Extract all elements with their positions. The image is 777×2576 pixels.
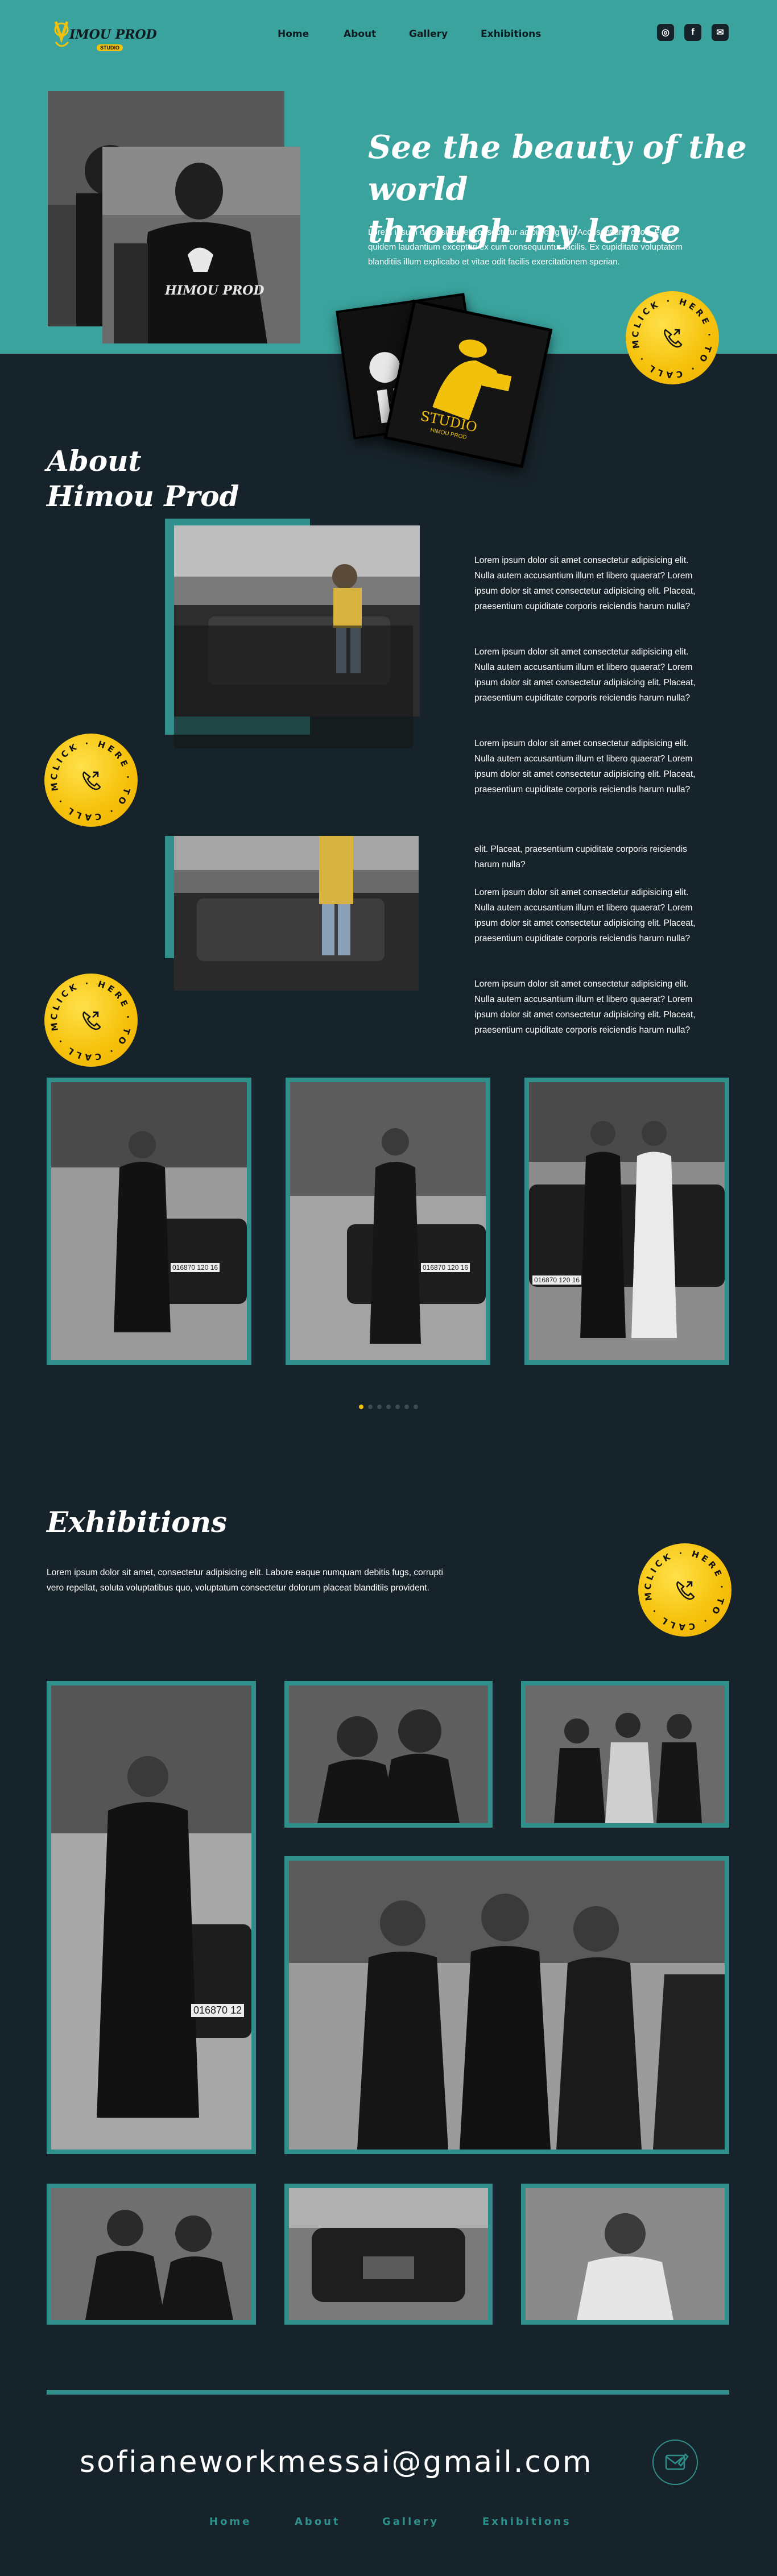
phone-icon <box>676 1581 695 1600</box>
exhibition-image-3[interactable] <box>521 1681 729 1828</box>
envelope-edit-icon <box>665 2453 689 2470</box>
hero-card-studio: STUDIO HIMOU PROD <box>383 299 553 469</box>
phone-icon <box>82 1011 101 1030</box>
gallery-card-2[interactable]: 016870 120 16 <box>286 1078 490 1365</box>
hero-photo-front: HIMOU PROD <box>102 147 300 343</box>
exhibition-plate-large: 016870 12 <box>191 2004 245 2017</box>
about-image-1-overlay <box>174 626 413 748</box>
gallery-plate-3: 016870 120 16 <box>532 1275 582 1285</box>
hero-title-line1: See the beauty of the world <box>368 129 747 208</box>
exhibition-image-6[interactable] <box>521 2184 729 2325</box>
exhibition-image-2[interactable] <box>284 1681 493 1828</box>
carousel-dot-3[interactable] <box>377 1405 382 1409</box>
gallery-plate-2: 016870 120 16 <box>421 1263 470 1272</box>
about-partial-line: elit. Placeat, praesentium cupiditate co… <box>474 844 687 869</box>
about-title-line2: Himou Prod <box>47 479 239 513</box>
call-me-badge-3[interactable]: CLICK · HERE · TO · CALL · ME · <box>40 966 138 1067</box>
instagram-icon[interactable]: ◎ <box>657 24 674 41</box>
gallery-card-3[interactable]: 016870 120 16 <box>524 1078 729 1365</box>
call-me-badge-4[interactable]: CLICK · HERE · TO · CALL · ME · <box>634 1535 731 1637</box>
about-paragraph-1: Lorem ipsum dolor sit amet consectetur a… <box>474 556 696 611</box>
nav-home[interactable]: Home <box>278 28 309 40</box>
email-send-button[interactable] <box>652 2440 698 2485</box>
nav-gallery[interactable]: Gallery <box>409 28 448 40</box>
about-image-2 <box>174 836 419 991</box>
hero-description: Lorem ipsum dolor sit amet consectetur a… <box>368 227 683 267</box>
exhibition-image-5[interactable] <box>284 2184 493 2325</box>
footer-email[interactable]: sofianeworkmessai@gmail.com <box>80 2445 593 2479</box>
carousel-dot-1[interactable] <box>359 1405 363 1409</box>
about-paragraph-4: Lorem ipsum dolor sit amet consectetur a… <box>474 888 696 943</box>
carousel-dot-5[interactable] <box>395 1405 400 1409</box>
exhibitions-description: Lorem ipsum dolor sit amet, consectetur … <box>47 1568 444 1593</box>
exhibition-image-group[interactable] <box>284 1856 729 2154</box>
email-icon[interactable]: ✉ <box>712 24 729 41</box>
about-title-line1: About <box>47 444 142 478</box>
call-me-badge-2[interactable]: CLICK · HERE · TO · CALL · ME · <box>40 726 138 827</box>
brand-logo[interactable]: IMOU PROD STUDIO <box>49 16 157 56</box>
carousel-dots <box>359 1405 421 1410</box>
carousel-dot-7[interactable] <box>414 1405 418 1409</box>
exhibition-image-tall[interactable]: 016870 12 <box>47 1681 256 2154</box>
shirt-text: HIMOU PROD <box>165 283 264 298</box>
phone-icon <box>82 771 101 790</box>
exhibition-image-4[interactable] <box>47 2184 256 2325</box>
gallery-card-1[interactable]: 016870 120 16 <box>47 1078 251 1365</box>
nav-exhibitions[interactable]: Exhibitions <box>481 28 541 40</box>
logo-subtext: STUDIO <box>97 44 123 51</box>
logo-text: IMOU PROD <box>69 27 157 42</box>
about-paragraph-5: Lorem ipsum dolor sit amet consectetur a… <box>474 979 696 1035</box>
footer-link-gallery[interactable]: Gallery <box>382 2516 439 2528</box>
footer-link-about[interactable]: About <box>295 2516 341 2528</box>
about-title: About Himou Prod <box>47 444 239 514</box>
facebook-icon[interactable]: f <box>684 24 701 41</box>
call-me-badge[interactable]: CLICK · HERE · TO · CALL · ME · <box>621 283 719 384</box>
gallery-plate-1: 016870 120 16 <box>171 1263 220 1272</box>
about-paragraph-3: Lorem ipsum dolor sit amet consectetur a… <box>474 739 696 794</box>
footer-link-home[interactable]: Home <box>209 2516 251 2528</box>
carousel-dot-2[interactable] <box>368 1405 373 1409</box>
phone-icon <box>664 329 683 348</box>
nav-about[interactable]: About <box>344 28 376 40</box>
about-paragraph-2: Lorem ipsum dolor sit amet consectetur a… <box>474 647 696 703</box>
footer-divider <box>47 2390 729 2395</box>
carousel-dot-6[interactable] <box>404 1405 409 1409</box>
footer-link-exhibitions[interactable]: Exhibitions <box>482 2516 572 2528</box>
exhibitions-title: Exhibitions <box>47 1505 228 1539</box>
carousel-dot-4[interactable] <box>386 1405 391 1409</box>
